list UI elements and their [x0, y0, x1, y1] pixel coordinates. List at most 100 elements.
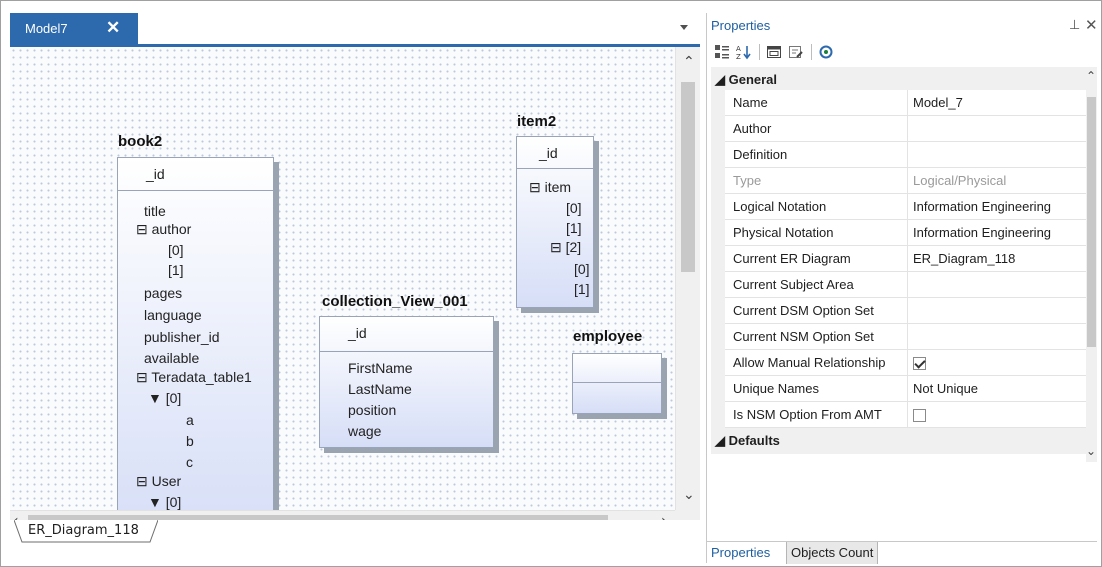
property-row-unique-names[interactable]: Unique Names Not Unique: [711, 376, 1087, 402]
property-value-current-nsm-option-set[interactable]: [908, 324, 1087, 350]
attribute[interactable]: wage: [348, 423, 381, 439]
property-name: Type: [725, 168, 908, 194]
property-row-author[interactable]: Author: [711, 116, 1087, 142]
diagram-canvas[interactable]: book2 _id title ⊟ author [0] [1] pages l…: [10, 47, 675, 510]
scroll-down-icon[interactable]: ⌄: [683, 488, 695, 502]
attribute-group[interactable]: ⊟ Teradata_table1: [136, 369, 252, 386]
property-value-allow-manual-relationship: [908, 350, 1087, 376]
attribute[interactable]: c: [186, 454, 193, 470]
pin-icon[interactable]: ⊥: [1069, 18, 1080, 33]
attribute-group[interactable]: ⊟ User: [136, 473, 181, 490]
properties-bottom-tabs: Properties Objects Count: [707, 541, 1097, 564]
attribute[interactable]: a: [186, 412, 194, 428]
property-row-is-nsm-option-from-amt[interactable]: Is NSM Option From AMT: [711, 402, 1087, 428]
diagram-tab-label: ER_Diagram_118: [28, 523, 139, 538]
attribute[interactable]: [0]: [574, 261, 590, 277]
entity-employee[interactable]: [572, 353, 662, 414]
properties-toolbar: AZ: [707, 38, 1097, 66]
attribute-group[interactable]: ▼ [0]: [148, 494, 181, 510]
primary-key-field: _id: [539, 145, 558, 161]
diagram-viewport: book2 _id title ⊟ author [0] [1] pages l…: [10, 47, 700, 544]
scroll-up-icon[interactable]: ⌃: [683, 55, 695, 69]
vertical-scrollbar[interactable]: ⌃ ⌄: [675, 47, 700, 510]
property-name: Physical Notation: [725, 220, 908, 246]
property-value-current-er-diagram[interactable]: ER_Diagram_118: [908, 246, 1087, 272]
property-value-name[interactable]: Model_7: [908, 90, 1087, 116]
property-value-current-subject-area[interactable]: [908, 272, 1087, 298]
attribute[interactable]: pages: [144, 285, 182, 301]
property-row-current-er-diagram[interactable]: Current ER Diagram ER_Diagram_118: [711, 246, 1087, 272]
property-name: Allow Manual Relationship: [725, 350, 908, 376]
svg-text:A: A: [736, 45, 741, 53]
property-row-physical-notation[interactable]: Physical Notation Information Engineerin…: [711, 220, 1087, 246]
property-grid: ◢ General Name Model_7 Author Definition…: [711, 67, 1091, 462]
category-label: ◢ Defaults: [715, 433, 780, 448]
entity-key-section: _id: [118, 158, 273, 191]
category-defaults[interactable]: ◢ Defaults: [711, 428, 1087, 454]
vertical-scroll-thumb[interactable]: [681, 82, 695, 272]
categorized-icon[interactable]: [713, 43, 731, 61]
property-row-allow-manual-relationship[interactable]: Allow Manual Relationship: [711, 350, 1087, 376]
property-row-logical-notation[interactable]: Logical Notation Information Engineering: [711, 194, 1087, 220]
property-value-unique-names[interactable]: Not Unique: [908, 376, 1087, 402]
diagram-tab-strip: ER_Diagram_118: [10, 520, 700, 544]
entity-title-employee: employee: [573, 328, 643, 345]
property-row-definition[interactable]: Definition: [711, 142, 1087, 168]
document-tab-model7[interactable]: Model7 ✕: [10, 13, 138, 44]
tab-objects-count[interactable]: Objects Count: [786, 542, 879, 564]
property-value-current-dsm-option-set[interactable]: [908, 298, 1087, 324]
attribute[interactable]: [0]: [168, 242, 184, 258]
property-row-current-dsm-option-set[interactable]: Current DSM Option Set: [711, 298, 1087, 324]
diagram-tab-er-diagram-118[interactable]: ER_Diagram_118: [14, 520, 158, 542]
property-value-physical-notation[interactable]: Information Engineering: [908, 220, 1087, 246]
tab-properties[interactable]: Properties: [707, 542, 775, 564]
attribute-group[interactable]: ⊟ item: [529, 179, 571, 196]
property-value-is-nsm-option-from-amt: [908, 402, 1087, 428]
sort-az-icon[interactable]: AZ: [735, 43, 753, 61]
attribute-group[interactable]: ⊟ [2]: [550, 239, 581, 256]
entity-key-section: _id: [517, 137, 593, 169]
attribute-group[interactable]: ⊟ author: [136, 221, 191, 238]
property-name: Current NSM Option Set: [725, 324, 908, 350]
grid-scroll-up-icon[interactable]: ⌃: [1086, 69, 1096, 83]
close-tab-icon[interactable]: ✕: [106, 18, 120, 38]
attribute[interactable]: [1]: [574, 281, 590, 297]
attribute-group[interactable]: ▼ [0]: [148, 390, 181, 406]
property-row-current-subject-area[interactable]: Current Subject Area: [711, 272, 1087, 298]
property-name: Logical Notation: [725, 194, 908, 220]
property-row-name[interactable]: Name Model_7: [711, 90, 1087, 116]
entity-item2[interactable]: _id ⊟ item [0] [1] ⊟ [2] [0] [1]: [516, 136, 594, 308]
close-panel-icon[interactable]: ✕: [1085, 16, 1098, 34]
attribute[interactable]: [0]: [566, 200, 582, 216]
attribute[interactable]: [1]: [566, 220, 582, 236]
primary-key-field: _id: [146, 166, 165, 182]
grid-scroll-thumb[interactable]: [1087, 97, 1096, 347]
tab-list-dropdown-icon[interactable]: [680, 25, 688, 30]
property-value-definition[interactable]: [908, 142, 1087, 168]
grid-scroll-down-icon[interactable]: ⌄: [1086, 444, 1096, 458]
allow-manual-relationship-checkbox[interactable]: [913, 357, 926, 371]
property-grid-scrollbar[interactable]: ⌃ ⌄: [1086, 67, 1097, 462]
attribute[interactable]: LastName: [348, 381, 412, 397]
property-row-current-nsm-option-set[interactable]: Current NSM Option Set: [711, 324, 1087, 350]
attribute[interactable]: position: [348, 402, 396, 418]
attribute[interactable]: available: [144, 350, 199, 366]
property-pages-icon[interactable]: [765, 43, 783, 61]
attribute[interactable]: language: [144, 307, 202, 323]
attribute[interactable]: FirstName: [348, 360, 413, 376]
property-value-author[interactable]: [908, 116, 1087, 142]
property-name: Definition: [725, 142, 908, 168]
entity-collection-view-001[interactable]: _id FirstName LastName position wage: [319, 316, 494, 448]
property-value-logical-notation[interactable]: Information Engineering: [908, 194, 1087, 220]
attribute[interactable]: publisher_id: [144, 329, 220, 345]
attribute[interactable]: [1]: [168, 262, 184, 278]
refresh-icon[interactable]: [817, 43, 835, 61]
attribute[interactable]: title: [144, 203, 166, 219]
property-row-type: Type Logical/Physical: [711, 168, 1087, 194]
edit-icon[interactable]: [787, 43, 805, 61]
attribute[interactable]: b: [186, 433, 194, 449]
svg-text:Z: Z: [736, 53, 741, 60]
is-nsm-option-from-amt-checkbox[interactable]: [913, 409, 926, 423]
category-label: ◢ General: [715, 72, 778, 87]
entity-book2[interactable]: _id title ⊟ author [0] [1] pages languag…: [117, 157, 274, 510]
